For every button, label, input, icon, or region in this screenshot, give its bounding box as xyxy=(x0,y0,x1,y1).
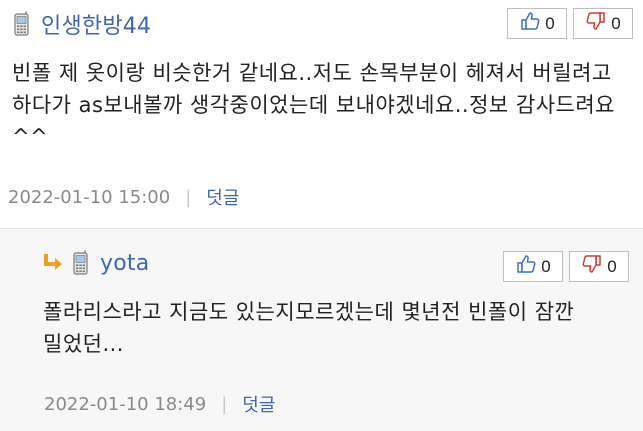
thumbs-down-icon xyxy=(585,10,607,37)
like-button[interactable]: 0 xyxy=(507,8,567,39)
comment-meta: 2022-01-10 15:00 | 덧글 xyxy=(8,184,239,210)
like-count: 0 xyxy=(541,256,551,276)
meta-divider: | xyxy=(221,393,228,415)
dislike-count: 0 xyxy=(607,256,617,276)
comment-meta: 2022-01-10 18:49 | 덧글 xyxy=(44,391,275,417)
thumbs-down-icon xyxy=(581,253,603,280)
dislike-button[interactable]: 0 xyxy=(569,251,629,282)
vote-buttons: 0 0 xyxy=(507,8,633,39)
comment-1: 인생한방44 0 0 빈폴 제 옷이랑 비슷한거 같네요..저도 손목부분이 헤… xyxy=(0,0,643,229)
reply-link[interactable]: 덧글 xyxy=(242,391,275,417)
dislike-button[interactable]: 0 xyxy=(573,8,633,39)
comment-datetime: 2022-01-10 15:00 xyxy=(8,186,171,208)
dislike-count: 0 xyxy=(611,13,621,33)
mobile-phone-icon xyxy=(71,250,91,276)
author-name[interactable]: yota xyxy=(100,251,149,276)
like-count: 0 xyxy=(545,13,555,33)
comment-datetime: 2022-01-10 18:49 xyxy=(44,393,207,415)
meta-divider: | xyxy=(185,186,192,208)
mobile-phone-icon xyxy=(12,11,32,37)
thumbs-up-icon xyxy=(515,253,537,280)
reply-header: yota xyxy=(42,250,149,276)
author-name[interactable]: 인생한방44 xyxy=(41,8,151,40)
thumbs-up-icon xyxy=(519,10,541,37)
comment-header: 인생한방44 xyxy=(12,8,151,40)
reply-arrow-icon xyxy=(42,252,66,274)
reply-link[interactable]: 덧글 xyxy=(206,184,239,210)
comment-text: 폴라리스라고 지금도 있는지모르겠는데 몇년전 빈폴이 잠깐 밀었던... xyxy=(43,300,575,356)
comment-text: 빈폴 제 옷이랑 비슷한거 같네요..저도 손목부분이 헤져서 버릴려고 하다가… xyxy=(12,61,615,149)
like-button[interactable]: 0 xyxy=(503,251,563,282)
vote-buttons: 0 0 xyxy=(503,251,629,282)
